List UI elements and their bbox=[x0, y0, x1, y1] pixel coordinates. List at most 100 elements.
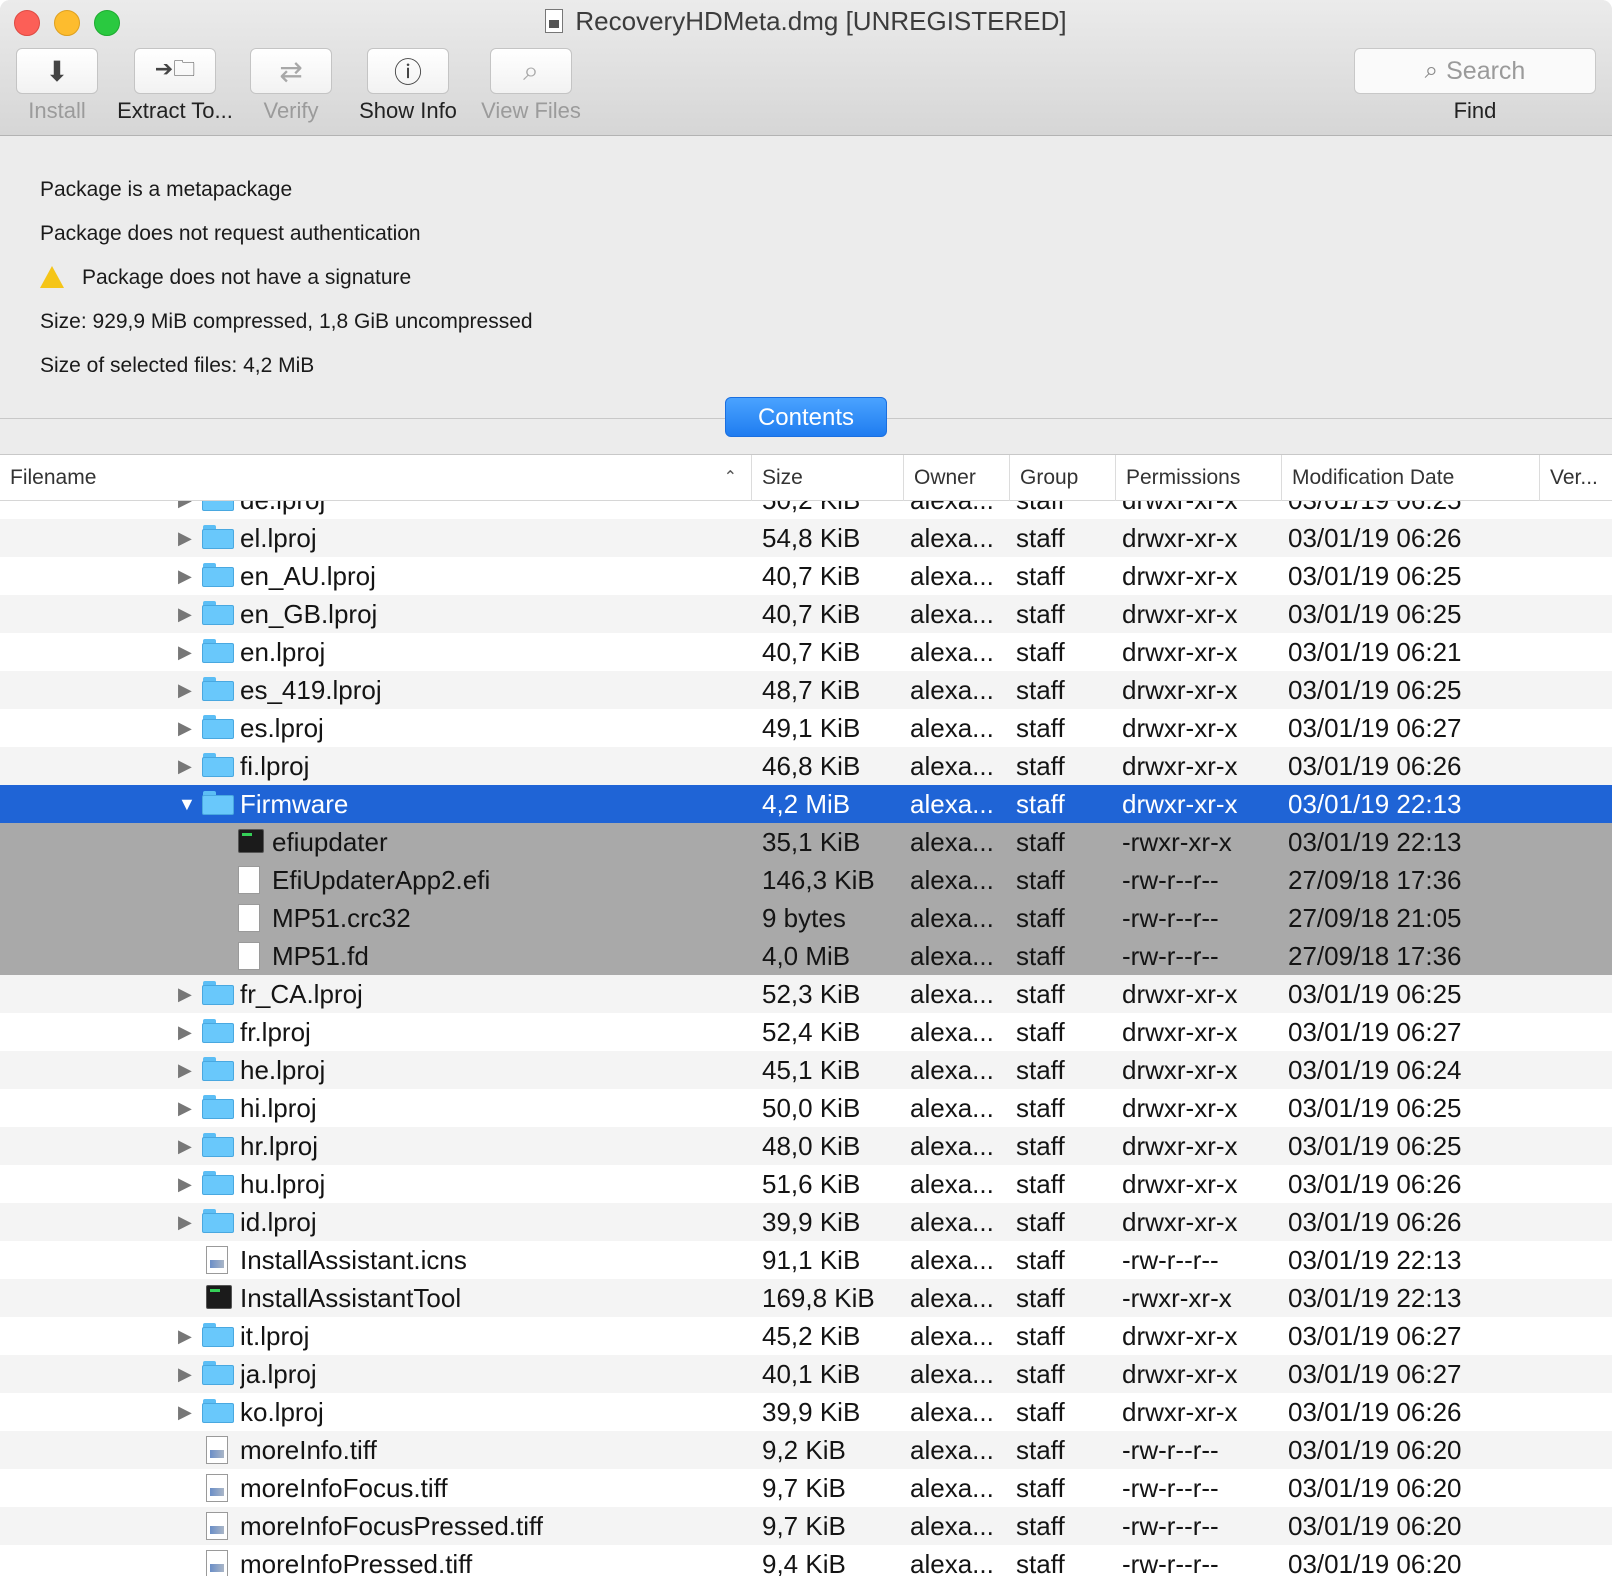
file-table[interactable]: ▶de.lproj50,2 KiBalexa...staffdrwxr-xr-x… bbox=[0, 454, 1612, 1576]
row-owner: alexa... bbox=[910, 1055, 994, 1085]
view-files-button[interactable]: ⌕ bbox=[490, 48, 572, 94]
disclosure-collapsed-icon[interactable]: ▶ bbox=[178, 1165, 192, 1203]
magnifier-icon: ⌕ bbox=[523, 54, 539, 86]
table-row[interactable]: ▶ it.lproj 45,2 KiB alexa... staff drwxr-xr-x… bbox=[0, 1317, 1612, 1355]
table-row[interactable]: ▶ fi.lproj 46,8 KiB alexa... staff drwxr-xr-x… bbox=[0, 747, 1612, 785]
row-size: 40,1 KiB bbox=[762, 1359, 861, 1389]
find-toolbar-item: ⌕ Search Find bbox=[1354, 48, 1596, 124]
table-row[interactable]: InstallAssistant.icns 91,1 KiB alexa... sta… bbox=[0, 1241, 1612, 1279]
verify-button[interactable]: ⇄ bbox=[250, 48, 332, 94]
row-filename: InstallAssistantTool bbox=[240, 1283, 462, 1313]
view-files-label: View Files bbox=[481, 98, 581, 123]
row-filename: moreInfo.tiff bbox=[240, 1435, 377, 1465]
table-row[interactable]: ▶ ja.lproj 40,1 KiB alexa... staff drwxr-xr-x… bbox=[0, 1355, 1612, 1393]
column-header-filename[interactable]: Filename ⌃ bbox=[0, 455, 752, 501]
row-group: staff bbox=[1016, 1245, 1065, 1275]
row-filename: efiupdater bbox=[272, 827, 388, 857]
table-row[interactable]: ▶ ko.lproj 39,9 KiB alexa... staff drwxr-xr-x… bbox=[0, 1393, 1612, 1431]
table-row[interactable]: EfiUpdaterApp2.efi 146,3 KiB alexa... staff… bbox=[0, 861, 1612, 899]
row-owner: alexa... bbox=[910, 1549, 994, 1576]
column-header-permissions[interactable]: Permissions bbox=[1116, 455, 1282, 501]
view-files-toolbar-item[interactable]: ⌕ View Files bbox=[481, 48, 581, 124]
table-row[interactable]: ▶ fr.lproj 52,4 KiB alexa... staff drwxr-xr-x… bbox=[0, 1013, 1612, 1051]
table-row[interactable]: ▶ es_419.lproj 48,7 KiB alexa... staff drwxr-… bbox=[0, 671, 1612, 709]
disclosure-collapsed-icon[interactable]: ▶ bbox=[178, 975, 192, 1013]
row-size: 9,2 KiB bbox=[762, 1435, 846, 1465]
disclosure-collapsed-icon[interactable]: ▶ bbox=[178, 671, 192, 709]
disclosure-expanded-icon[interactable]: ▼ bbox=[178, 785, 196, 823]
disclosure-collapsed-icon[interactable]: ▶ bbox=[178, 1051, 192, 1089]
row-filename: fr_CA.lproj bbox=[240, 979, 363, 1009]
row-filename: Firmware bbox=[240, 789, 349, 819]
disclosure-collapsed-icon[interactable]: ▶ bbox=[178, 633, 192, 671]
column-header-owner[interactable]: Owner bbox=[904, 455, 1010, 501]
install-toolbar-item[interactable]: ⬇ Install bbox=[16, 48, 98, 124]
disclosure-collapsed-icon[interactable]: ▶ bbox=[178, 1203, 192, 1241]
table-row[interactable]: ▶ el.lproj 54,8 KiB alexa... staff drwxr-xr-x… bbox=[0, 519, 1612, 557]
table-row[interactable]: efiupdater 35,1 KiB alexa... staff -rwxr-xr-… bbox=[0, 823, 1612, 861]
disclosure-collapsed-icon[interactable]: ▶ bbox=[178, 519, 192, 557]
table-row[interactable]: ▶ en.lproj 40,7 KiB alexa... staff drwxr-xr-x… bbox=[0, 633, 1612, 671]
table-row[interactable]: ▶ fr_CA.lproj 52,3 KiB alexa... staff drwxr-x… bbox=[0, 975, 1612, 1013]
folder-icon bbox=[202, 753, 234, 777]
row-group: staff bbox=[1016, 675, 1065, 705]
disclosure-collapsed-icon[interactable]: ▶ bbox=[178, 1355, 192, 1393]
contents-tab-button[interactable]: Contents bbox=[725, 397, 887, 437]
table-row[interactable]: moreInfoPressed.tiff 9,4 KiB alexa... staff… bbox=[0, 1545, 1612, 1576]
table-row[interactable]: InstallAssistantTool 169,8 KiB alexa... sta… bbox=[0, 1279, 1612, 1317]
column-header-size[interactable]: Size bbox=[752, 455, 904, 501]
disclosure-collapsed-icon[interactable]: ▶ bbox=[178, 595, 192, 633]
row-permissions: drwxr-xr-x bbox=[1122, 1131, 1238, 1161]
show-info-button[interactable]: ⓘ bbox=[367, 48, 449, 94]
row-group: staff bbox=[1016, 789, 1065, 819]
table-row[interactable]: ▶ id.lproj 39,9 KiB alexa... staff drwxr-xr-x… bbox=[0, 1203, 1612, 1241]
extract-toolbar-item[interactable]: ➔🗀 Extract To... bbox=[117, 48, 233, 124]
row-size: 91,1 KiB bbox=[762, 1245, 861, 1275]
row-size: 45,1 KiB bbox=[762, 1055, 861, 1085]
search-field[interactable]: ⌕ Search bbox=[1354, 48, 1596, 94]
table-row[interactable]: MP51.fd 4,0 MiB alexa... staff -rw-r--r-- 27/… bbox=[0, 937, 1612, 975]
column-header-version[interactable]: Ver... bbox=[1540, 455, 1612, 501]
row-group: staff bbox=[1016, 1055, 1065, 1085]
window-title: RecoveryHDMeta.dmg [UNREGISTERED] bbox=[0, 6, 1612, 37]
table-row[interactable]: moreInfoFocus.tiff 9,7 KiB alexa... staff -r… bbox=[0, 1469, 1612, 1507]
row-filename: hu.lproj bbox=[240, 1169, 326, 1199]
table-row[interactable]: ▶ hi.lproj 50,0 KiB alexa... staff drwxr-xr-x… bbox=[0, 1089, 1612, 1127]
row-group: staff bbox=[1016, 1017, 1065, 1047]
extract-to-button[interactable]: ➔🗀 bbox=[134, 48, 216, 94]
row-modification-date: 03/01/19 06:27 bbox=[1288, 713, 1462, 743]
table-row[interactable]: ▶ en_AU.lproj 40,7 KiB alexa... staff drwxr-x… bbox=[0, 557, 1612, 595]
table-row[interactable]: ▶ he.lproj 45,1 KiB alexa... staff drwxr-xr-x… bbox=[0, 1051, 1612, 1089]
column-header-group[interactable]: Group bbox=[1010, 455, 1116, 501]
row-owner: alexa... bbox=[910, 561, 994, 591]
row-permissions: -rw-r--r-- bbox=[1122, 1473, 1219, 1503]
file-table-body: ▶de.lproj50,2 KiBalexa...staffdrwxr-xr-x… bbox=[0, 481, 1612, 1576]
disclosure-collapsed-icon[interactable]: ▶ bbox=[178, 1013, 192, 1051]
show-info-toolbar-item[interactable]: ⓘ Show Info bbox=[359, 48, 457, 124]
file-table-header: Filename ⌃ Size Owner Group Permissions … bbox=[0, 455, 1612, 501]
row-size: 45,2 KiB bbox=[762, 1321, 861, 1351]
column-header-modification-date[interactable]: Modification Date bbox=[1282, 455, 1540, 501]
disclosure-collapsed-icon[interactable]: ▶ bbox=[178, 1127, 192, 1165]
disclosure-collapsed-icon[interactable]: ▶ bbox=[178, 1393, 192, 1431]
table-row[interactable]: ▶ hu.lproj 51,6 KiB alexa... staff drwxr-xr-x… bbox=[0, 1165, 1612, 1203]
disclosure-collapsed-icon[interactable]: ▶ bbox=[178, 1089, 192, 1127]
disclosure-collapsed-icon[interactable]: ▶ bbox=[178, 1317, 192, 1355]
row-owner: alexa... bbox=[910, 1283, 994, 1313]
install-button[interactable]: ⬇ bbox=[16, 48, 98, 94]
row-size: 48,7 KiB bbox=[762, 675, 861, 705]
table-row-selected[interactable]: ▼ Firmware 4,2 MiB alexa... staff drwxr-xr-x 0… bbox=[0, 785, 1612, 823]
table-row[interactable]: ▶ es.lproj 49,1 KiB alexa... staff drwxr-xr-x… bbox=[0, 709, 1612, 747]
disclosure-collapsed-icon[interactable]: ▶ bbox=[178, 747, 192, 785]
verify-toolbar-item[interactable]: ⇄ Verify bbox=[250, 48, 332, 124]
row-size: 52,3 KiB bbox=[762, 979, 861, 1009]
table-row[interactable]: ▶ en_GB.lproj 40,7 KiB alexa... staff drwxr-x… bbox=[0, 595, 1612, 633]
table-row[interactable]: moreInfo.tiff 9,2 KiB alexa... staff -rw-r--… bbox=[0, 1431, 1612, 1469]
disclosure-collapsed-icon[interactable]: ▶ bbox=[178, 557, 192, 595]
table-row[interactable]: moreInfoFocusPressed.tiff 9,7 KiB alexa...… bbox=[0, 1507, 1612, 1545]
table-row[interactable]: ▶ hr.lproj 48,0 KiB alexa... staff drwxr-xr-x… bbox=[0, 1127, 1612, 1165]
row-size: 9,4 KiB bbox=[762, 1549, 846, 1576]
disclosure-collapsed-icon[interactable]: ▶ bbox=[178, 709, 192, 747]
table-row[interactable]: MP51.crc32 9 bytes alexa... staff -rw-r--r--… bbox=[0, 899, 1612, 937]
row-group: staff bbox=[1016, 1283, 1065, 1313]
